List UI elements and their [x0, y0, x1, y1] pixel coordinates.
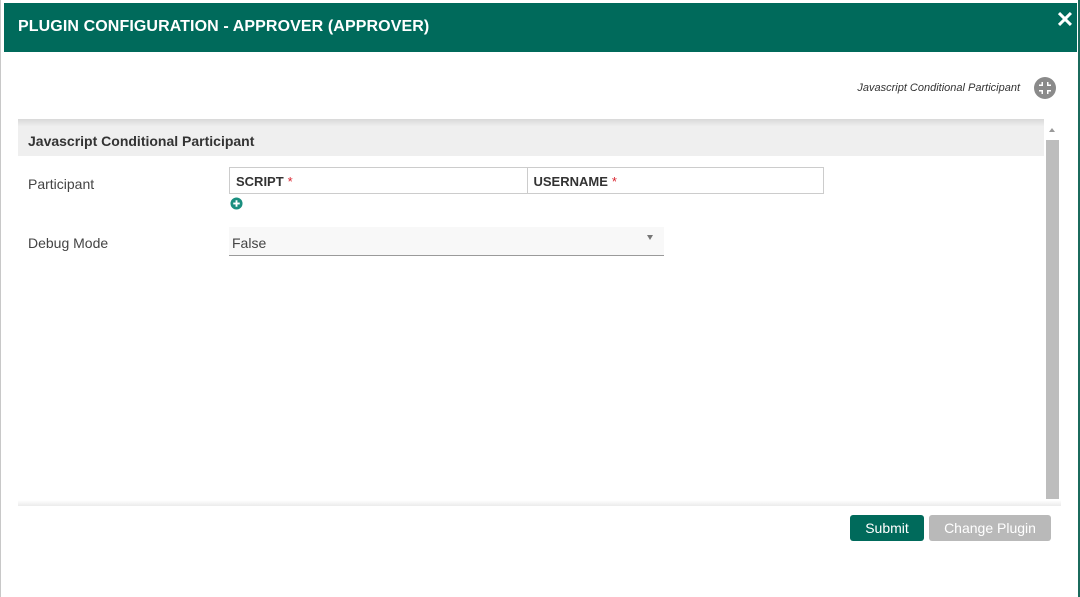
grid-column-username-label: USERNAME — [533, 174, 608, 189]
participant-grid: SCRIPT * USERNAME * — [229, 167, 824, 194]
dialog-header: PLUGIN CONFIGURATION - APPROVER (APPROVE… — [4, 3, 1077, 52]
debug-mode-label: Debug Mode — [28, 235, 109, 251]
required-marker: * — [611, 174, 617, 189]
plugin-name: Javascript Conditional Participant — [857, 82, 1020, 94]
debug-mode-value: False — [232, 235, 267, 251]
grid-column-script-label: SCRIPT — [236, 174, 284, 189]
grid-column-username: USERNAME * — [526, 168, 824, 193]
panel-footer-divider — [18, 500, 1061, 506]
panel-title: Javascript Conditional Participant — [28, 133, 255, 149]
collapse-arrows-icon[interactable] — [1033, 76, 1057, 100]
participant-label: Participant — [28, 176, 95, 192]
scrollbar-thumb[interactable] — [1046, 140, 1059, 499]
add-circle-icon[interactable] — [230, 197, 243, 210]
panel-header: Javascript Conditional Participant — [18, 119, 1044, 156]
change-plugin-button[interactable]: Change Plugin — [929, 515, 1051, 541]
dialog-title: PLUGIN CONFIGURATION - APPROVER (APPROVE… — [18, 18, 430, 35]
chevron-down-icon — [647, 235, 653, 240]
plugin-configuration-dialog: PLUGIN CONFIGURATION - APPROVER (APPROVE… — [0, 0, 1080, 597]
debug-mode-select[interactable]: False — [229, 227, 664, 256]
grid-column-script: SCRIPT * — [230, 168, 527, 193]
close-icon[interactable]: ✕ — [1054, 9, 1076, 31]
required-marker: * — [287, 174, 293, 189]
scroll-up-icon[interactable] — [1049, 128, 1055, 132]
submit-button[interactable]: Submit — [850, 515, 924, 541]
